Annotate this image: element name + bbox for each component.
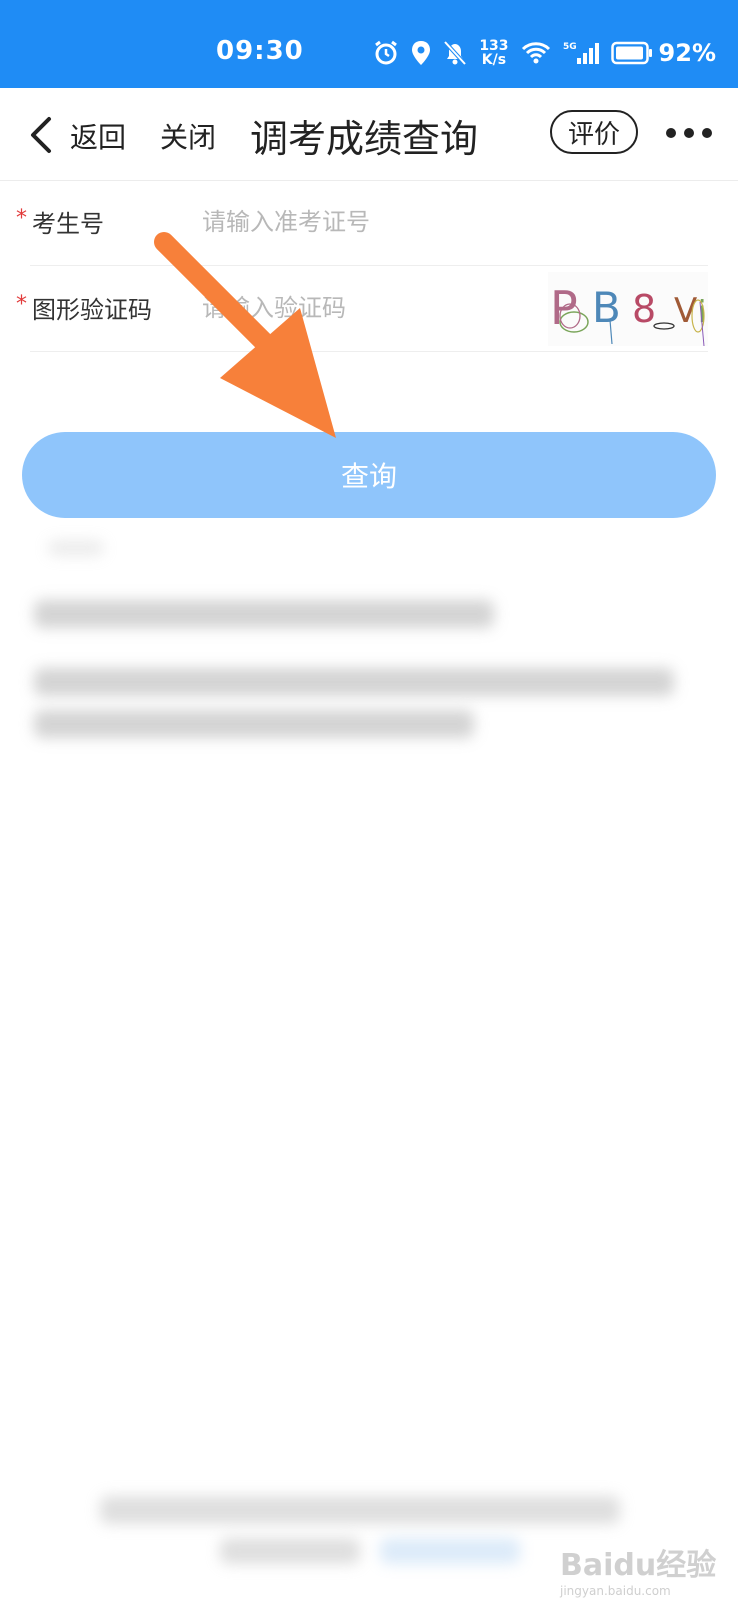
svg-text:B: B [592,283,621,332]
status-bar: 09:30 133 K/s 5G 92% [0,0,738,88]
close-button[interactable]: 关闭 [160,116,216,156]
more-options-icon[interactable] [666,128,712,138]
watermark: Baidu经验 jingyan.baidu.com [560,1548,717,1598]
back-button[interactable]: 返回 [70,116,126,156]
blurred-text [34,668,674,696]
back-arrow-icon[interactable] [28,116,54,154]
alarm-icon [375,40,398,65]
signal-5g-icon: 5G [563,42,599,64]
query-button[interactable]: 查询 [22,432,716,518]
captcha-image[interactable]: P B 8 V i [548,272,708,346]
blurred-text [100,1496,620,1524]
blurred-text [48,540,104,556]
field-label: 考生号 [32,210,104,238]
required-marker: * [16,206,27,231]
blurred-link [380,1538,520,1564]
svg-text:V: V [674,291,697,331]
blurred-text [34,600,494,628]
status-icons: 133 K/s 5G 92% [373,36,716,70]
required-marker: * [16,292,27,317]
form-row-exam-number: * 考生号 [16,180,708,266]
network-speed: 133 K/s [479,38,509,68]
bell-muted-icon [443,40,467,66]
field-label: 图形验证码 [32,296,152,324]
svg-text:5G: 5G [563,42,577,52]
wifi-icon [521,42,550,64]
blurred-text [220,1538,360,1564]
battery-percent: 92% [658,39,716,67]
annotation-arrow-icon [154,232,336,438]
form-row-captcha: * 图形验证码 P B 8 V i [16,266,708,352]
status-time: 09:30 [216,36,304,66]
nav-bar: 返回 关闭 调考成绩查询 评价 [0,88,738,181]
page-title: 调考成绩查询 [250,117,479,161]
battery-icon [610,41,652,65]
battery: 92% [610,39,716,67]
svg-text:8: 8 [632,287,656,331]
location-icon [412,41,431,65]
rate-button[interactable]: 评价 [550,110,638,154]
blurred-text [34,710,474,738]
